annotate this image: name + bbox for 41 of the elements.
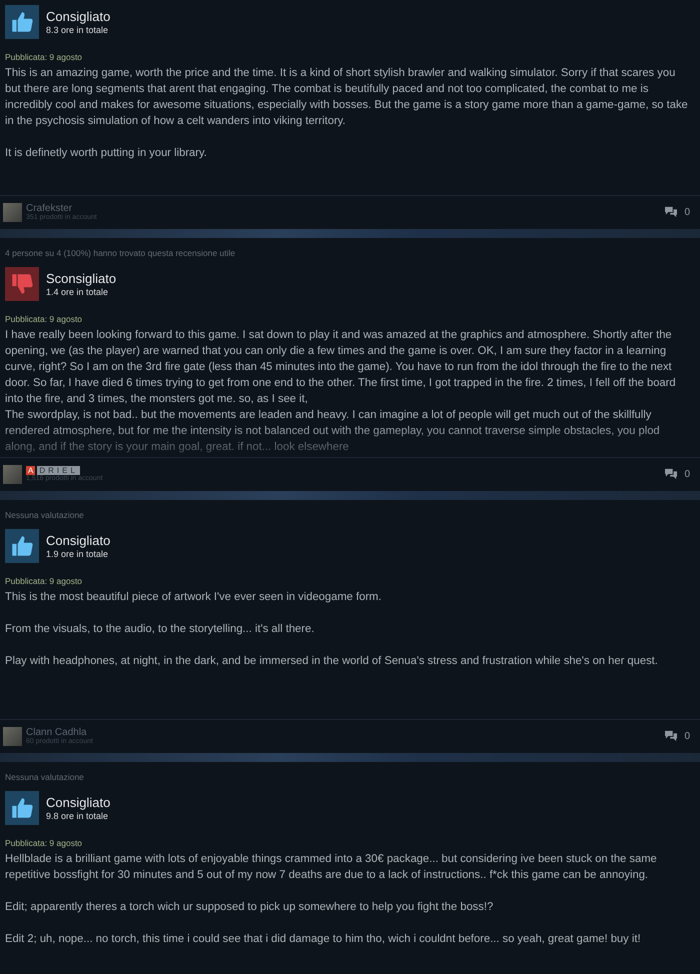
- avatar[interactable]: [3, 464, 22, 484]
- comment-icon[interactable]: [664, 468, 678, 480]
- helpful-count-text: Nessuna valutazione: [4, 771, 85, 784]
- review-text: From the visuals, to the audio, to the storytelling... it's all there.: [5, 622, 316, 637]
- posted-date: Pubblicata: 9 agosto: [5, 314, 84, 324]
- verdict-title: Consigliato: [46, 795, 110, 810]
- posted-date: Pubblicata: 9 agosto: [5, 838, 84, 848]
- review-text: I have really been looking forward to this game. I sat down to play it and was amazed at the graphics and atmosphere. Shortly after the opening, we (as the player) are warned that you can only die a few times and the game is over. OK, I am sure they factor in a learning curve, right? So I am on the 3rd fire gate (less than 45 minutes into the game). You have to run from the idol through the fire to the next door. So far, I have died 6 times trying to get from one end to the other. The first time, I got trapped in the fire. 2 times, I fell off the board into the fire, and 3 times, the monsters got me. so, as I see it, The swordplay, is not bad.. but the movements are leaden and heavy. I can imagine a lot of people will get much out of the skillfully rendered atmosphere, but for me the intensity is not balanced out with the gameplay, you cannot traverse simple obstacles, you plod along, and if the story is your main goal, great. if not... look elsewhere: [5, 328, 677, 455]
- review-text: Edit 2; uh, nope... no torch, this time i could see that i did damage to him tho, wich i couldnt before... so yeah, great game! buy it!: [5, 932, 642, 947]
- review-text: Hellblade is a brilliant game with lots of enjoyable things crammed into a 30€ package... but considering ive been stuck on the same repetitive bossfight for 30 minutes and 5 out of my now 7 deaths are due to a lack of instructions.. f*ck this game can be annoying.: [5, 852, 658, 883]
- author-name[interactable]: Clann Cadhla: [26, 727, 87, 738]
- comment-count: 0: [684, 730, 690, 742]
- verdict-title: Consigliato: [46, 9, 110, 24]
- thumb-icon: [5, 529, 39, 563]
- name-badge: A: [26, 466, 36, 475]
- review-text: Edit; apparently theres a torch wich ur supposed to pick up somewhere to help you fight the boss!?: [5, 900, 494, 915]
- author-name[interactable]: Crafekster: [26, 203, 72, 214]
- thumb-icon: [5, 791, 39, 825]
- avatar[interactable]: [3, 726, 22, 746]
- review-text: This is the most beautiful piece of artwork I've ever seen in videogame form.: [5, 590, 382, 605]
- review-text: This is an amazing game, worth the price and the time. It is a kind of short stylish brawler and walking simulator. Sorry if that scares you but there are long segments that arent that engaging. The combat is beutifully paced and not too complicated, the combat to me is incredibly cool and makes for awesome situations, especially with bosses. But the game is a story game more than a game-game, so take in the psychosis simulation of how a celt wanders into viking territory.: [5, 66, 689, 129]
- hours-played: 8.3 ore in totale: [46, 25, 110, 35]
- comment-icon[interactable]: [664, 206, 678, 218]
- comment-count: 0: [684, 206, 690, 218]
- review-text: It is definetly worth putting in your library.: [5, 146, 208, 161]
- avatar[interactable]: [3, 202, 22, 222]
- hours-played: 1.4 ore in totale: [46, 287, 110, 297]
- comment-icon[interactable]: [664, 730, 678, 742]
- thumb-icon: [5, 5, 39, 39]
- helpful-count-text: 4 persone su 4 (100%) hanno trovato questa recensione utile: [4, 247, 236, 260]
- posted-date: Pubblicata: 9 agosto: [5, 576, 84, 586]
- thumb-icon: [5, 267, 39, 301]
- verdict-title: Consigliato: [46, 533, 110, 548]
- helpful-count-text: Nessuna valutazione: [4, 509, 85, 522]
- posted-date: Pubblicata: 9 agosto: [5, 52, 84, 62]
- hours-played: 9.8 ore in totale: [46, 811, 110, 821]
- comment-count: 0: [684, 468, 690, 480]
- verdict-title: Sconsigliato: [46, 271, 116, 286]
- review-text: Play with headphones, at night, in the dark, and be immersed in the world of Senua's stress and frustration while she's on her quest.: [5, 654, 659, 669]
- hours-played: 1.9 ore in totale: [46, 549, 110, 559]
- author-name[interactable]: DRIEL: [37, 466, 80, 475]
